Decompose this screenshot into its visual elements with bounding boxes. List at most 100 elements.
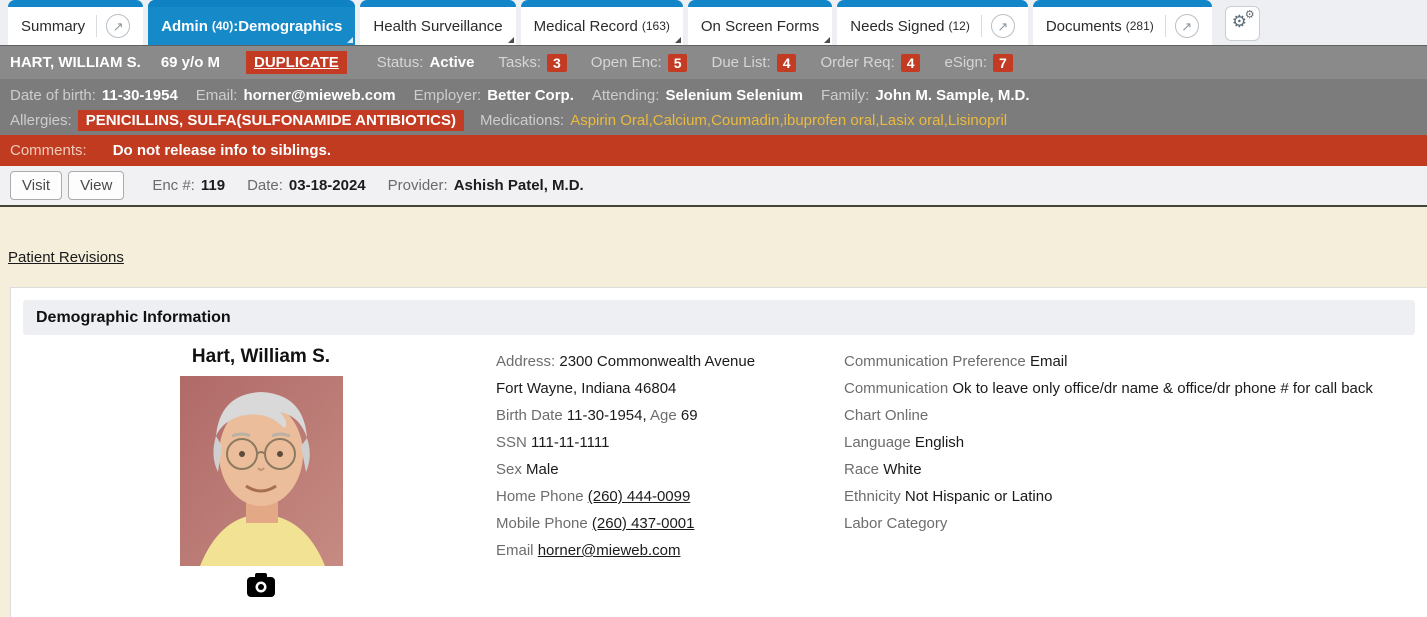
chevron-down-icon[interactable]: [347, 37, 353, 43]
mobile-phone-label: Mobile Phone: [496, 515, 588, 532]
patient-name: HART, WILLIAM S.: [10, 54, 141, 71]
upload-photo-button[interactable]: [246, 572, 276, 601]
sex-row: Sex Male: [496, 456, 755, 483]
tab-health-surveillance[interactable]: Health Surveillance: [360, 0, 515, 45]
tasks-count-badge[interactable]: 3: [547, 54, 567, 72]
esign-count-badge[interactable]: 7: [993, 54, 1013, 72]
sex-value: Male: [526, 461, 559, 478]
tab-on-screen-forms[interactable]: On Screen Forms: [688, 0, 832, 45]
dob-value: 11-30-1954: [102, 87, 178, 104]
language-label: Language: [844, 434, 911, 451]
medication-link[interactable]: Lisinopril: [948, 112, 1007, 129]
tab-divider: [981, 15, 982, 37]
patient-photo-column: Hart, William S.: [121, 346, 401, 603]
popout-icon[interactable]: ↗: [106, 14, 130, 38]
popout-icon[interactable]: ↗: [1175, 14, 1199, 38]
tab-divider: [96, 15, 97, 37]
sex-label: Sex: [496, 461, 522, 478]
attending-label: Attending:: [592, 87, 660, 104]
attending-field: Attending:Selenium Selenium: [592, 87, 803, 104]
tab-divider: [1165, 15, 1166, 37]
mobile-phone-row: Mobile Phone (260) 437-0001: [496, 510, 755, 537]
allergies-label: Allergies:: [10, 112, 72, 129]
open-enc-count-badge[interactable]: 5: [668, 54, 688, 72]
medication-link[interactable]: Lasix oral: [880, 112, 948, 129]
tab-top-strip: [1033, 0, 1212, 7]
labor-category-label: Labor Category: [844, 515, 947, 532]
medication-link[interactable]: Coumadin: [711, 112, 784, 129]
esign-label: eSign:: [944, 54, 987, 71]
patient-display-name: Hart, William S.: [121, 346, 401, 368]
main-content: Patient Revisions Demographic Informatio…: [0, 207, 1427, 615]
tab-label: Admin: [161, 18, 208, 35]
chevron-down-icon[interactable]: [508, 37, 514, 43]
enc-number-value: 119: [201, 177, 225, 194]
tab-count: (12): [949, 19, 970, 33]
medication-link[interactable]: Calcium: [653, 112, 711, 129]
comments-value: Do not release info to siblings.: [113, 142, 331, 159]
duplicate-badge[interactable]: DUPLICATE: [246, 51, 347, 74]
ethnicity-value: Not Hispanic or Latino: [905, 488, 1053, 505]
popout-icon[interactable]: ↗: [991, 14, 1015, 38]
allergies-badge[interactable]: PENICILLINS, SULFA(SULFONAMIDE ANTIBIOTI…: [78, 110, 464, 131]
status-label: Status:: [377, 54, 424, 71]
due-list-label: Due List:: [711, 54, 770, 71]
settings-button[interactable]: ⚙ ⚙: [1225, 6, 1260, 41]
enc-provider-field: Provider:Ashish Patel, M.D.: [388, 177, 584, 194]
dob-label: Date of birth:: [10, 87, 96, 104]
email-value: horner@mieweb.com: [243, 87, 395, 104]
tab-top-strip: [8, 0, 143, 7]
medication-link[interactable]: ibuprofen oral: [784, 112, 880, 129]
tasks-label: Tasks:: [498, 54, 541, 71]
address-row-2: Fort Wayne, Indiana 46804: [496, 375, 755, 402]
camera-icon: [246, 572, 276, 598]
family-value: John M. Sample, M.D.: [875, 87, 1029, 104]
status-value: Active: [429, 54, 474, 71]
order-req-label: Order Req:: [820, 54, 894, 71]
communication-value: Ok to leave only office/dr name & office…: [952, 380, 1373, 397]
order-req-counter: Order Req: 4: [820, 54, 920, 72]
home-phone-link[interactable]: (260) 444-0099: [588, 488, 691, 505]
due-list-count-badge[interactable]: 4: [777, 54, 797, 72]
tasks-counter: Tasks: 3: [498, 54, 566, 72]
dob-field: Date of birth: 11-30-1954: [10, 87, 178, 104]
esign-counter: eSign: 7: [944, 54, 1012, 72]
open-enc-counter: Open Enc: 5: [591, 54, 688, 72]
email-row-label: Email: [496, 542, 534, 559]
view-button[interactable]: View: [68, 171, 124, 200]
birth-date-label: Birth Date: [496, 407, 563, 424]
visit-button[interactable]: Visit: [10, 171, 62, 200]
tab-top-strip: [688, 0, 832, 7]
chevron-down-icon[interactable]: [675, 37, 681, 43]
address-line1: 2300 Commonwealth Avenue: [559, 353, 755, 370]
mobile-phone-link[interactable]: (260) 437-0001: [592, 515, 695, 532]
tab-needs-signed[interactable]: Needs Signed (12) ↗: [837, 0, 1028, 45]
tab-top-strip: [360, 0, 515, 7]
email-label: Email:: [196, 87, 238, 104]
comm-pref-row: Communication Preference Email: [844, 348, 1373, 375]
race-value: White: [883, 461, 921, 478]
birth-date-row: Birth Date 11-30-1954, Age 69: [496, 402, 755, 429]
tab-label: Documents: [1046, 18, 1122, 35]
tab-label: Health Surveillance: [373, 18, 502, 35]
comments-bar: Comments: Do not release info to sibling…: [0, 135, 1427, 166]
order-req-count-badge[interactable]: 4: [901, 54, 921, 72]
comm-pref-value: Email: [1030, 353, 1068, 370]
patient-revisions-link[interactable]: Patient Revisions: [8, 249, 124, 266]
home-phone-label: Home Phone: [496, 488, 584, 505]
medication-link[interactable]: Aspirin Oral: [570, 112, 653, 129]
medications-label: Medications:: [480, 112, 564, 129]
tab-documents[interactable]: Documents (281) ↗: [1033, 0, 1212, 45]
tab-count: (281): [1126, 19, 1154, 33]
chevron-down-icon[interactable]: [824, 37, 830, 43]
tab-medical-record[interactable]: Medical Record (163): [521, 0, 683, 45]
comm-pref-label: Communication Preference: [844, 353, 1026, 370]
email-link[interactable]: horner@mieweb.com: [538, 542, 681, 559]
race-label: Race: [844, 461, 879, 478]
employer-value: Better Corp.: [487, 87, 574, 104]
tab-admin-demographics[interactable]: Admin (40) :Demographics: [148, 0, 355, 45]
enc-provider-value: Ashish Patel, M.D.: [454, 177, 584, 194]
ssn-row: SSN 111-11-1111: [496, 429, 755, 456]
tab-summary[interactable]: Summary ↗: [8, 0, 143, 45]
demographics-preferences-column: Communication Preference Email Communica…: [844, 348, 1373, 537]
